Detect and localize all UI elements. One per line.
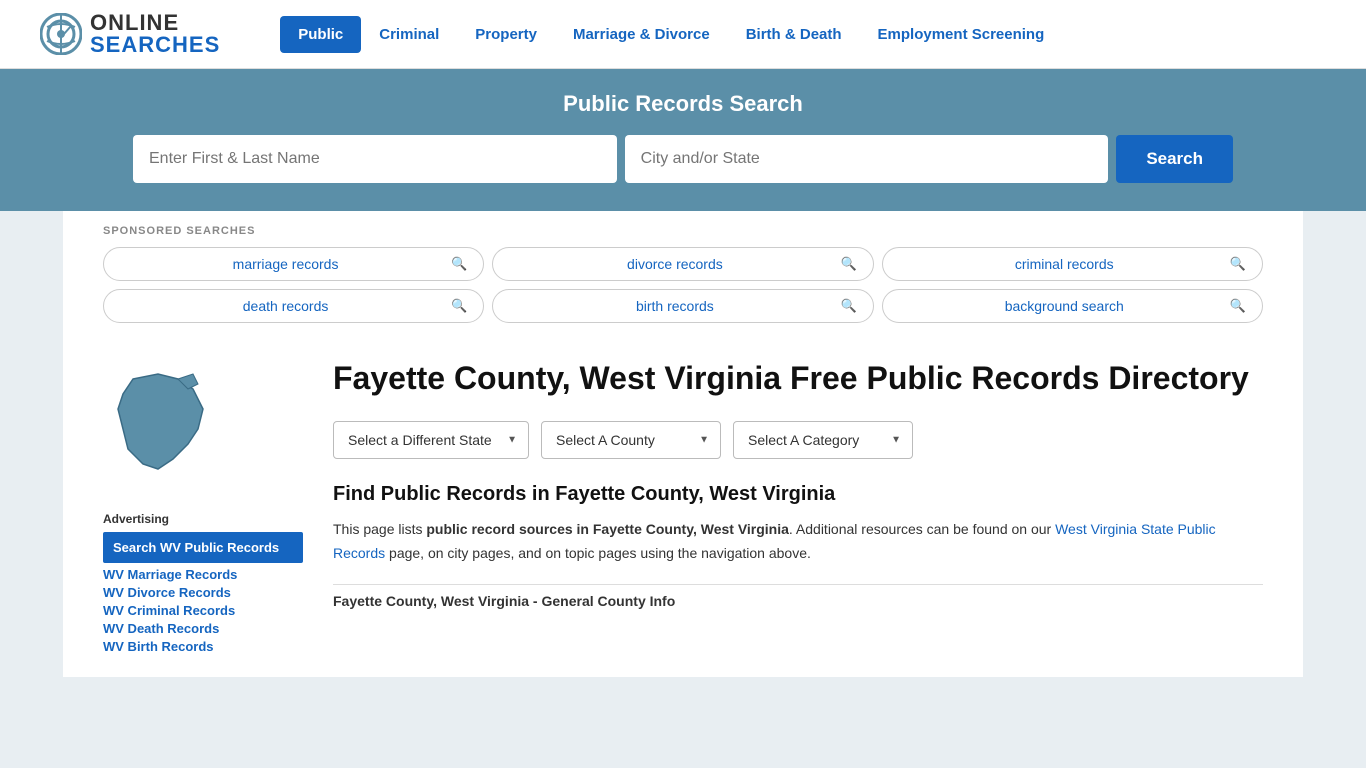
name-search-input[interactable] bbox=[133, 135, 617, 183]
find-desc-part1: This page lists bbox=[333, 521, 426, 537]
find-description: This page lists public record sources in… bbox=[333, 518, 1263, 566]
state-map bbox=[103, 359, 303, 492]
wv-map-svg bbox=[103, 359, 233, 489]
search-icon-4: 🔍 bbox=[451, 298, 467, 314]
logo-icon bbox=[40, 13, 82, 55]
search-tags-grid: marriage records 🔍 divorce records 🔍 cri… bbox=[103, 247, 1263, 323]
search-row: Search bbox=[133, 135, 1233, 183]
state-dropdown-wrapper: Select a Different State bbox=[333, 421, 529, 459]
state-dropdown[interactable]: Select a Different State bbox=[333, 421, 529, 459]
nav-item-birth-death[interactable]: Birth & Death bbox=[728, 16, 860, 53]
header: ONLINE SEARCHES Public Criminal Property… bbox=[0, 0, 1366, 69]
city-search-input[interactable] bbox=[625, 135, 1109, 183]
page-body: Advertising Search WV Public Records WV … bbox=[63, 339, 1303, 677]
find-desc-part3: page, on city pages, and on topic pages … bbox=[385, 545, 811, 561]
category-dropdown[interactable]: Select A Category bbox=[733, 421, 913, 459]
search-icon-3: 🔍 bbox=[1230, 256, 1246, 272]
county-dropdown[interactable]: Select A County bbox=[541, 421, 721, 459]
article-area: Fayette County, West Virginia Free Publi… bbox=[333, 359, 1263, 657]
county-dropdown-wrapper: Select A County bbox=[541, 421, 721, 459]
nav-item-marriage-divorce[interactable]: Marriage & Divorce bbox=[555, 16, 728, 53]
sponsored-section: SPONSORED SEARCHES marriage records 🔍 di… bbox=[63, 211, 1303, 339]
category-dropdown-wrapper: Select A Category bbox=[733, 421, 913, 459]
search-icon-6: 🔍 bbox=[1230, 298, 1246, 314]
main-content: SPONSORED SEARCHES marriage records 🔍 di… bbox=[63, 211, 1303, 677]
sidebar-ad-item[interactable]: Search WV Public Records bbox=[103, 532, 303, 563]
logo-area: ONLINE SEARCHES bbox=[40, 12, 220, 56]
dropdowns-row: Select a Different State Select A County… bbox=[333, 421, 1263, 459]
general-info-label: Fayette County, West Virginia - General … bbox=[333, 593, 1263, 609]
divider bbox=[333, 584, 1263, 585]
main-nav: Public Criminal Property Marriage & Divo… bbox=[280, 16, 1062, 53]
find-title: Find Public Records in Fayette County, W… bbox=[333, 483, 1263, 506]
find-desc-bold1: public record sources in Fayette County,… bbox=[426, 521, 789, 537]
tag-marriage-records[interactable]: marriage records 🔍 bbox=[103, 247, 484, 281]
advertising-label: Advertising bbox=[103, 512, 303, 526]
nav-item-employment[interactable]: Employment Screening bbox=[860, 16, 1063, 53]
search-icon-5: 🔍 bbox=[840, 298, 856, 314]
search-button[interactable]: Search bbox=[1116, 135, 1233, 183]
nav-item-property[interactable]: Property bbox=[457, 16, 555, 53]
tag-criminal-records[interactable]: criminal records 🔍 bbox=[882, 247, 1263, 281]
sidebar-link-marriage[interactable]: WV Marriage Records bbox=[103, 567, 303, 582]
nav-item-public[interactable]: Public bbox=[280, 16, 361, 53]
find-desc-part2: . Additional resources can be found on o… bbox=[789, 521, 1055, 537]
logo-searches: SEARCHES bbox=[90, 34, 220, 56]
logo-text: ONLINE SEARCHES bbox=[90, 12, 220, 56]
nav-item-criminal[interactable]: Criminal bbox=[361, 16, 457, 53]
banner-title: Public Records Search bbox=[40, 91, 1326, 117]
tag-birth-records[interactable]: birth records 🔍 bbox=[492, 289, 873, 323]
logo-online: ONLINE bbox=[90, 12, 220, 34]
article-title: Fayette County, West Virginia Free Publi… bbox=[333, 359, 1263, 397]
search-icon-1: 🔍 bbox=[451, 256, 467, 272]
search-icon-2: 🔍 bbox=[840, 256, 856, 272]
tag-divorce-records[interactable]: divorce records 🔍 bbox=[492, 247, 873, 281]
sidebar-link-divorce[interactable]: WV Divorce Records bbox=[103, 585, 303, 600]
tag-background-search[interactable]: background search 🔍 bbox=[882, 289, 1263, 323]
sidebar-link-death[interactable]: WV Death Records bbox=[103, 621, 303, 636]
search-banner: Public Records Search Search bbox=[0, 69, 1366, 211]
sponsored-label: SPONSORED SEARCHES bbox=[103, 225, 1263, 237]
sidebar-link-criminal[interactable]: WV Criminal Records bbox=[103, 603, 303, 618]
sidebar: Advertising Search WV Public Records WV … bbox=[103, 359, 303, 657]
tag-death-records[interactable]: death records 🔍 bbox=[103, 289, 484, 323]
sidebar-link-birth[interactable]: WV Birth Records bbox=[103, 639, 303, 654]
